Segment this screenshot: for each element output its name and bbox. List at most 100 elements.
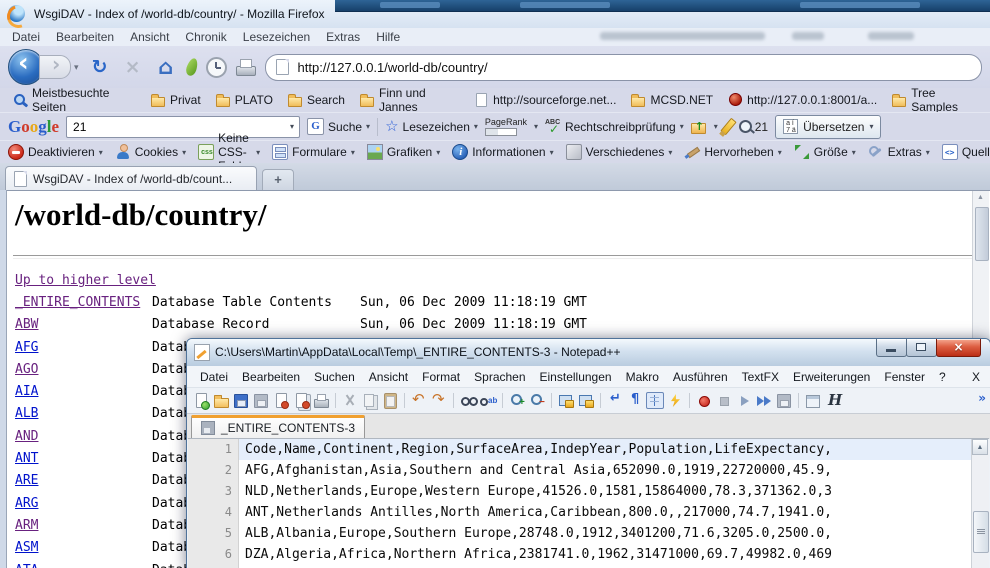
- webdev-menu-button[interactable]: Quelltext ▾: [942, 144, 990, 160]
- entry-link[interactable]: _ENTIRE_CONTENTS: [15, 295, 140, 310]
- notepadpp-menu-item[interactable]: Fenster: [877, 370, 932, 384]
- bookmark-item[interactable]: http://sourceforge.net...: [467, 92, 622, 108]
- print-icon[interactable]: [236, 59, 256, 75]
- google-search-box[interactable]: ▾: [66, 116, 300, 138]
- google-search-button[interactable]: G Suche ▾: [307, 118, 370, 135]
- indent-guide-icon[interactable]: [646, 392, 664, 409]
- notepadpp-menu-item[interactable]: Makro: [619, 370, 666, 384]
- undo-icon[interactable]: [410, 392, 428, 409]
- bookmark-item[interactable]: Privat: [144, 92, 207, 108]
- entry-link[interactable]: ASM: [15, 540, 38, 555]
- entry-link[interactable]: ABW: [15, 317, 38, 332]
- sync-horizontal-icon[interactable]: [577, 392, 595, 409]
- pagerank-widget[interactable]: PageRank: [485, 118, 527, 136]
- webdev-menu-button[interactable]: Verschiedenes ▾: [566, 144, 673, 160]
- new-tab-button[interactable]: +: [262, 169, 294, 191]
- chevron-down-icon[interactable]: ▾: [714, 122, 718, 131]
- notepadpp-menu-item[interactable]: Ansicht: [362, 370, 415, 384]
- new-file-icon[interactable]: [192, 392, 210, 409]
- forward-button[interactable]: [39, 55, 71, 79]
- notepadpp-menu-item[interactable]: Format: [415, 370, 467, 384]
- entry-link[interactable]: ANT: [15, 451, 38, 466]
- entry-link[interactable]: AFG: [15, 340, 38, 355]
- record-macro-icon[interactable]: [695, 392, 713, 409]
- view-in-browser-icon[interactable]: [824, 392, 842, 409]
- editor-area[interactable]: 1 Code,Name,Continent,Region,SurfaceArea…: [188, 438, 989, 568]
- find-icon[interactable]: [459, 392, 477, 409]
- document-tab[interactable]: _ENTIRE_CONTENTS-3: [191, 415, 365, 438]
- translate-button[interactable]: a í 7 ä Übersetzen ▾: [775, 115, 881, 139]
- bookmark-item[interactable]: Tree Samples: [885, 85, 984, 115]
- save-all-icon[interactable]: [252, 392, 270, 409]
- send-to-icon[interactable]: [691, 120, 707, 134]
- firefox-menu-item[interactable]: Bearbeiten: [48, 30, 122, 44]
- zoom-in-icon[interactable]: [508, 392, 526, 409]
- notepadpp-menu-item[interactable]: Bearbeiten: [235, 370, 307, 384]
- play-macro-icon[interactable]: [735, 392, 753, 409]
- webdev-menu-button[interactable]: Deaktivieren ▾: [8, 144, 103, 160]
- close-button[interactable]: ×: [936, 339, 981, 357]
- scroll-up-icon[interactable]: ▲: [972, 439, 988, 455]
- entry-link[interactable]: AGO: [15, 362, 38, 377]
- bookmark-item[interactable]: Finn und Jannes: [353, 85, 465, 115]
- spellcheck-button[interactable]: ABC ✓ Rechtschreibprüfung ▾: [545, 119, 684, 135]
- close-file-icon[interactable]: [272, 392, 290, 409]
- print-icon[interactable]: [312, 392, 330, 409]
- notepadpp-menu-item[interactable]: TextFX: [735, 370, 786, 384]
- cut-icon[interactable]: [341, 392, 359, 409]
- editor-scrollbar-thumb[interactable]: [973, 511, 989, 553]
- show-all-chars-icon[interactable]: [626, 392, 644, 409]
- bookmark-item[interactable]: http://127.0.0.1:8001/a...: [721, 92, 883, 108]
- save-macro-icon[interactable]: [775, 392, 793, 409]
- notepadpp-titlebar[interactable]: C:\Users\Martin\AppData\Local\Temp\_ENTI…: [187, 339, 990, 367]
- leaf-addon-icon[interactable]: [184, 57, 199, 77]
- entry-link[interactable]: ARM: [15, 518, 38, 533]
- webdev-menu-button[interactable]: Grafiken ▾: [367, 144, 440, 160]
- webdev-menu-button[interactable]: Informationen ▾: [452, 144, 553, 160]
- entry-link[interactable]: ALB: [15, 406, 38, 421]
- stop-macro-icon[interactable]: [715, 392, 733, 409]
- notepadpp-menu-item[interactable]: Datei: [193, 370, 235, 384]
- entry-link[interactable]: ATA: [15, 563, 38, 568]
- notepadpp-menu-item[interactable]: Einstellungen: [533, 370, 619, 384]
- editor-scrollbar[interactable]: ▲: [971, 439, 989, 568]
- browser-tab[interactable]: WsgiDAV - Index of /world-db/count...: [5, 166, 257, 190]
- document-map-icon[interactable]: [804, 392, 822, 409]
- refresh-icon[interactable]: ↻: [88, 56, 112, 78]
- firefox-menu-item[interactable]: Datei: [4, 30, 48, 44]
- open-file-icon[interactable]: [212, 392, 230, 409]
- search-dropdown-icon[interactable]: ▾: [290, 122, 294, 131]
- bookmark-item[interactable]: MCSD.NET: [624, 92, 719, 108]
- entry-link[interactable]: ARE: [15, 473, 38, 488]
- firefox-menu-item[interactable]: Hilfe: [368, 30, 408, 44]
- entry-link[interactable]: ARG: [15, 496, 38, 511]
- webdev-menu-button[interactable]: Größe ▾: [794, 144, 856, 160]
- copy-icon[interactable]: [361, 392, 379, 409]
- webdev-menu-button[interactable]: Extras ▾: [868, 144, 930, 160]
- bookmark-item[interactable]: Search: [281, 92, 351, 108]
- close-all-icon[interactable]: [292, 392, 310, 409]
- toolbar-overflow-chevron[interactable]: »: [978, 391, 986, 405]
- history-dropdown-icon[interactable]: ▾: [74, 62, 79, 73]
- entry-link[interactable]: AND: [15, 429, 38, 444]
- zoom-control[interactable]: 21: [739, 120, 768, 134]
- address-bar[interactable]: [265, 54, 982, 81]
- home-icon[interactable]: ⌂: [154, 55, 178, 79]
- save-icon[interactable]: [232, 392, 250, 409]
- notepadpp-menu-item[interactable]: ?: [932, 370, 953, 384]
- entry-link[interactable]: AIA: [15, 384, 38, 399]
- firefox-menu-item[interactable]: Extras: [318, 30, 368, 44]
- notepadpp-menu-item[interactable]: Suchen: [307, 370, 362, 384]
- redo-icon[interactable]: [430, 392, 448, 409]
- bookmark-item[interactable]: PLATO: [209, 92, 279, 108]
- webdev-menu-button[interactable]: Cookies ▾: [115, 144, 186, 160]
- history-clock-icon[interactable]: [206, 57, 227, 78]
- sync-vertical-icon[interactable]: [557, 392, 575, 409]
- word-wrap-icon[interactable]: [606, 392, 624, 409]
- google-bookmarks-button[interactable]: ☆ Lesezeichen ▾: [385, 119, 478, 134]
- notepadpp-menu-item[interactable]: Erweiterungen: [786, 370, 877, 384]
- webdev-menu-button[interactable]: Formulare ▾: [272, 144, 355, 160]
- bookmark-item[interactable]: Meistbesuchte Seiten: [6, 85, 142, 115]
- chevron-down-icon[interactable]: ▾: [534, 122, 538, 131]
- up-to-higher-level-link[interactable]: Up to higher level: [15, 273, 156, 288]
